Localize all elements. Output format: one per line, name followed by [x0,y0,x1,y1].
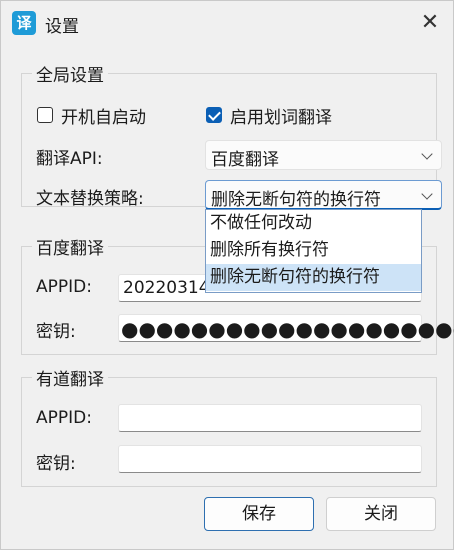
window-title: 设置 [45,17,79,37]
autostart-checkbox[interactable] [37,107,53,123]
chevron-down-icon [421,188,433,200]
chevron-down-icon [421,148,433,160]
close-button[interactable]: 关闭 [326,497,436,531]
baidu-appid-label: APPID: [36,277,92,297]
autostart-label[interactable]: 开机自启动 [61,103,146,128]
selection-translate-checkbox[interactable] [206,107,222,123]
youdao-key-input[interactable] [118,445,422,473]
youdao-title: 有道翻译 [32,365,108,390]
youdao-key-label: 密钥: [36,454,76,474]
api-select[interactable]: 百度翻译 [205,140,442,170]
settings-window: 译 设置 ✕ 全局设置 开机自启动 启用划词翻译 翻译API: 百度翻译 文本替… [0,0,454,550]
global-settings-title: 全局设置 [32,61,108,86]
baidu-key-label: 密钥: [36,322,76,342]
replace-strategy-label: 文本替换策略: [36,189,144,209]
baidu-title: 百度翻译 [32,234,108,259]
save-button[interactable]: 保存 [204,497,314,531]
replace-strategy-select[interactable]: 删除无断句符的换行符 [205,180,442,210]
app-icon: 译 [12,11,36,35]
baidu-key-input[interactable]: ●●●●●●●●●●●●●●●●●●●● [118,314,454,342]
api-label: 翻译API: [36,149,103,169]
selection-translate-label[interactable]: 启用划词翻译 [230,103,332,128]
dropdown-option-selected[interactable]: 删除无断句符的换行符 [206,264,421,291]
youdao-group: 有道翻译 APPID: 密钥: [21,365,437,487]
baidu-key-value: ●●●●●●●●●●●●●●●●●●●● [121,317,454,341]
replace-strategy-dropdown: 不做任何改动 删除所有换行符 删除无断句符的换行符 [205,209,422,293]
dropdown-option[interactable]: 删除所有换行符 [206,237,421,264]
api-select-value: 百度翻译 [211,150,279,170]
close-icon[interactable]: ✕ [407,1,453,45]
replace-strategy-value: 删除无断句符的换行符 [211,190,381,210]
youdao-appid-input[interactable] [118,404,422,432]
youdao-appid-label: APPID: [36,408,92,428]
dropdown-option[interactable]: 不做任何改动 [206,210,421,237]
global-settings-group: 全局设置 开机自启动 启用划词翻译 翻译API: 百度翻译 文本替换策略: 删除… [21,61,442,210]
title-bar: 译 设置 ✕ [1,1,453,45]
